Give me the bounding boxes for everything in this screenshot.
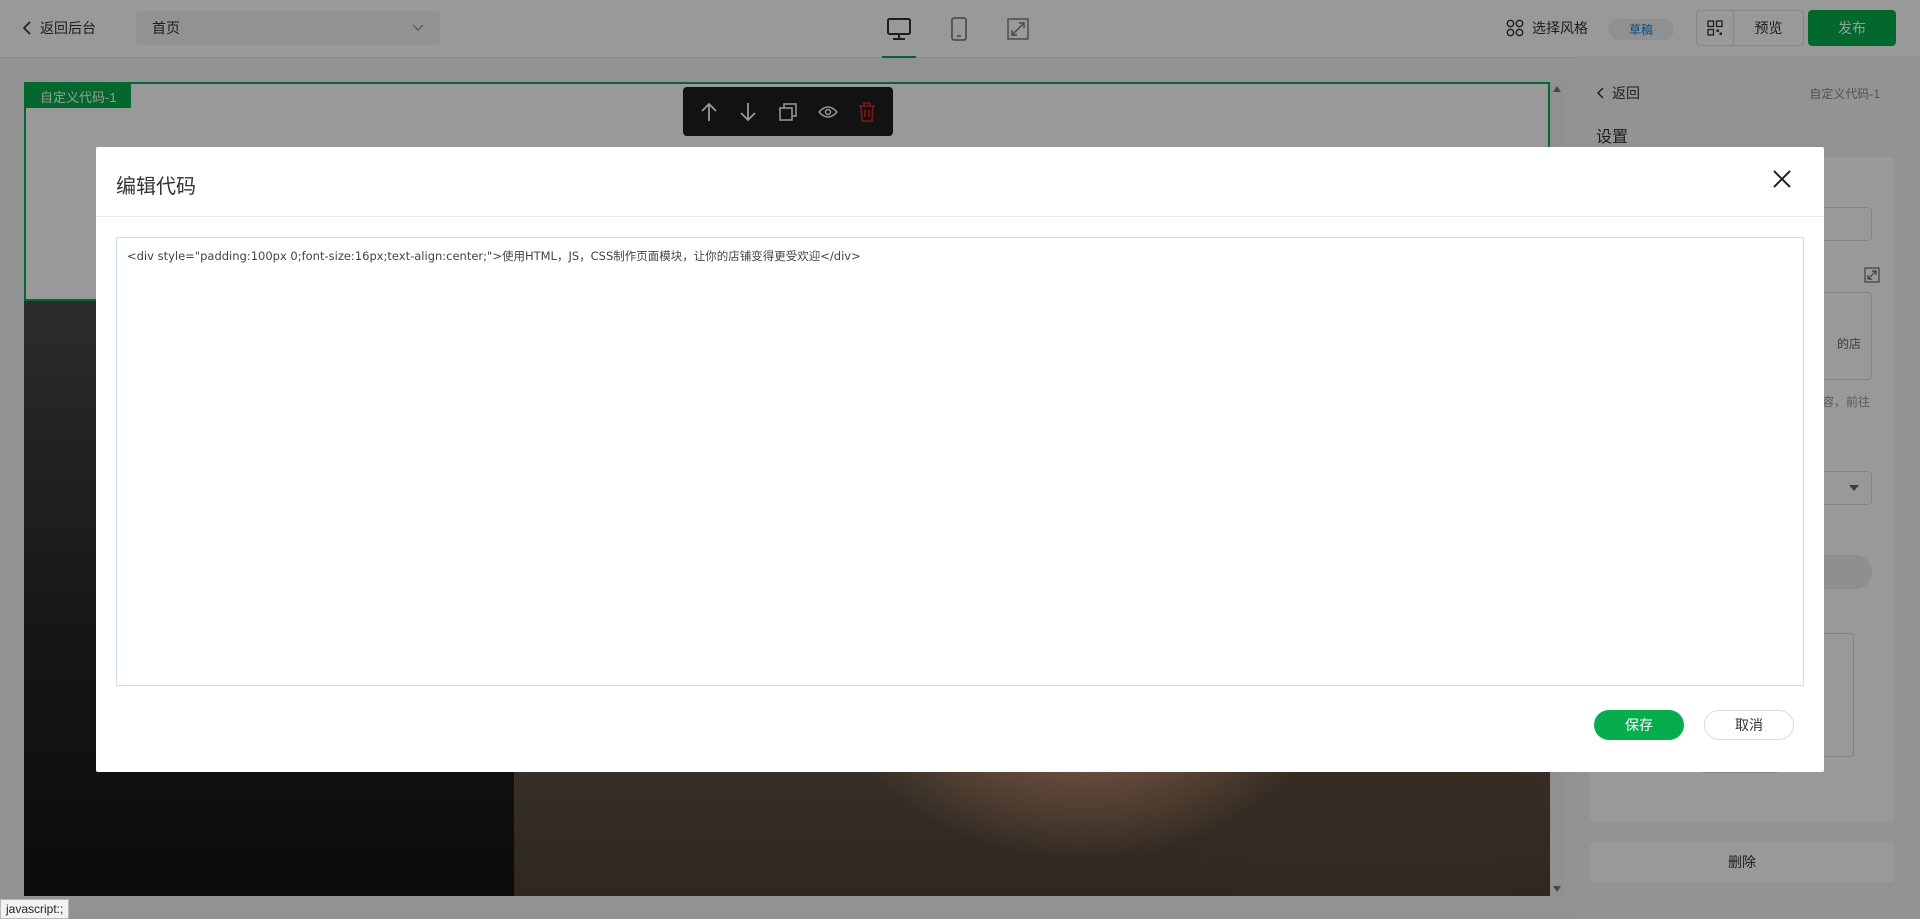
- link-status-tooltip: javascript:;: [0, 899, 70, 919]
- dialog-title: 编辑代码: [116, 176, 196, 198]
- cancel-button[interactable]: 取消: [1704, 710, 1794, 740]
- code-editor[interactable]: <div style="padding:100px 0;font-size:16…: [116, 237, 1804, 686]
- edit-code-dialog: 编辑代码 <div style="padding:100px 0;font-si…: [96, 147, 1824, 772]
- close-icon: [1770, 167, 1794, 191]
- close-dialog-button[interactable]: [1770, 167, 1794, 191]
- dialog-divider: [96, 216, 1824, 217]
- save-button[interactable]: 保存: [1594, 710, 1684, 740]
